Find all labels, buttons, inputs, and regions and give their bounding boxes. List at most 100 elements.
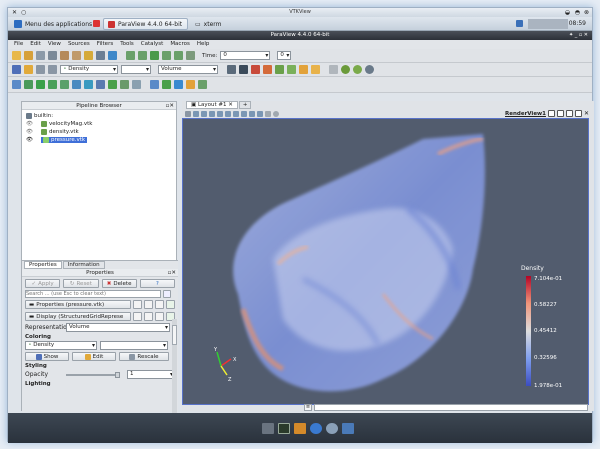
component-select[interactable]: [121, 65, 151, 74]
rescale-custom-icon[interactable]: [48, 65, 57, 74]
eye-icon[interactable]: 👁: [26, 137, 33, 143]
menu-view[interactable]: View: [48, 40, 61, 49]
group-datasets-icon[interactable]: [120, 80, 129, 89]
close-tab-icon[interactable]: ✕: [227, 102, 233, 108]
app-shortcut-icon[interactable]: [93, 20, 100, 27]
view-x-plus-icon[interactable]: [251, 65, 260, 74]
view-x-minus-icon[interactable]: [263, 65, 272, 74]
close-view-icon[interactable]: ✕: [584, 110, 589, 117]
maximize-icon[interactable]: ◓: [575, 9, 580, 16]
reset-camera-icon[interactable]: [227, 65, 236, 74]
next-frame-icon[interactable]: [162, 51, 171, 60]
loop-icon[interactable]: [186, 51, 195, 60]
view-z-minus-icon[interactable]: [311, 65, 320, 74]
apply-button[interactable]: ✓ Apply: [25, 279, 61, 288]
save-state-icon[interactable]: [36, 51, 45, 60]
archive-dock-icon[interactable]: [294, 423, 306, 434]
query-icon[interactable]: [174, 80, 183, 89]
coloring-dropdown[interactable]: ∘ Density: [25, 341, 97, 350]
edit-color-map-icon[interactable]: [24, 65, 33, 74]
opacity-slider[interactable]: [66, 371, 120, 378]
menu-tools[interactable]: Tools: [120, 40, 134, 49]
section-properties-toggle[interactable]: ▬ Properties (pressure.vtk): [25, 300, 131, 309]
minimize-icon[interactable]: ◒: [565, 9, 570, 16]
interaction-mode-icon[interactable]: [329, 65, 338, 74]
edit-button[interactable]: Edit: [72, 352, 116, 361]
show-button[interactable]: Show: [25, 352, 69, 361]
select-points-icon[interactable]: [201, 110, 207, 117]
opacity-slider-handle[interactable]: [115, 371, 120, 378]
clear-selection-icon[interactable]: [265, 110, 271, 117]
rotate-90-ccw-icon[interactable]: [353, 65, 362, 74]
task-paraview[interactable]: ParaView 4.4.0 64-bit: [103, 18, 188, 30]
rotate-90-cw-icon[interactable]: [341, 65, 350, 74]
apps-menu-button[interactable]: Menu des applications: [10, 18, 96, 30]
save-default-icon[interactable]: [166, 300, 175, 309]
split-vertical-icon[interactable]: [556, 110, 564, 117]
reset-default-icon[interactable]: [155, 300, 164, 309]
eye-icon[interactable]: 👁: [26, 121, 33, 127]
pipeline-item-velocitymag[interactable]: 👁 velocityMag.vtk: [22, 120, 176, 128]
view-y-plus-icon[interactable]: [275, 65, 284, 74]
delete-button[interactable]: ✖ Delete: [101, 279, 137, 288]
dock-float-close-icon[interactable]: ▫✕: [166, 102, 174, 110]
redo-icon[interactable]: [72, 51, 81, 60]
properties-scrollbar[interactable]: [172, 319, 177, 413]
camera-icon[interactable]: [185, 110, 191, 117]
calculator-icon[interactable]: [12, 80, 21, 89]
workspace-pager[interactable]: [528, 19, 568, 29]
save-data-icon[interactable]: [48, 51, 57, 60]
camera-undo-icon[interactable]: [365, 65, 374, 74]
spreadsheet-icon[interactable]: [186, 80, 195, 89]
help-icon[interactable]: [84, 51, 93, 60]
folder-dock-icon[interactable]: [342, 423, 354, 434]
advanced-gear-icon[interactable]: [163, 290, 171, 298]
threshold-icon[interactable]: [60, 80, 69, 89]
pipeline-item-pressure[interactable]: 👁 pressure.vtk: [22, 136, 176, 144]
plot-icon[interactable]: [198, 80, 207, 89]
extract-subset-icon[interactable]: [72, 80, 81, 89]
menu-macros[interactable]: Macros: [170, 40, 190, 49]
connect-icon[interactable]: [96, 51, 105, 60]
find-data-icon[interactable]: [162, 80, 171, 89]
slice-icon[interactable]: [48, 80, 57, 89]
menu-file[interactable]: File: [14, 40, 23, 49]
last-frame-icon[interactable]: [174, 51, 183, 60]
interactive-select-icon[interactable]: [225, 110, 231, 117]
open-icon[interactable]: [12, 51, 21, 60]
disconnect-icon[interactable]: [108, 51, 117, 60]
search-input[interactable]: [25, 290, 161, 298]
file-manager-dock-icon[interactable]: [262, 423, 274, 434]
workspace-icon[interactable]: [516, 20, 523, 27]
tab-layout-1[interactable]: ▣ Layout #1 ✕: [186, 101, 238, 109]
shrink-selection-icon[interactable]: [257, 110, 263, 117]
close-window-icon[interactable]: ⊗: [584, 9, 589, 16]
clip-icon[interactable]: [36, 80, 45, 89]
previous-frame-icon[interactable]: [138, 51, 147, 60]
eye-icon[interactable]: 👁: [26, 129, 33, 135]
glyph-icon[interactable]: [84, 80, 93, 89]
play-icon[interactable]: [150, 51, 159, 60]
pipeline-item-density[interactable]: 👁 density.vtk: [22, 128, 176, 136]
menu-catalyst[interactable]: Catalyst: [141, 40, 164, 49]
copy-icon[interactable]: [133, 312, 142, 321]
split-horizontal-icon[interactable]: [547, 110, 555, 117]
output-toggle-icon[interactable]: ≡: [304, 404, 312, 411]
time-input[interactable]: 0: [220, 51, 271, 60]
open-folder-icon[interactable]: [24, 51, 33, 60]
time-step-input[interactable]: 0: [277, 51, 292, 60]
zoom-to-data-icon[interactable]: [239, 65, 248, 74]
reset-range-icon[interactable]: [36, 65, 45, 74]
help-button[interactable]: ?: [139, 279, 175, 288]
view-y-minus-icon[interactable]: [287, 65, 296, 74]
undock-view-icon[interactable]: [574, 110, 582, 117]
paste-icon[interactable]: [144, 312, 153, 321]
view-z-plus-icon[interactable]: [299, 65, 308, 74]
color-by-select[interactable]: ∘ Density: [60, 65, 118, 74]
terminal-dock-icon[interactable]: [278, 423, 290, 434]
contour-icon[interactable]: [24, 80, 33, 89]
coloring-component-dropdown[interactable]: [100, 341, 168, 350]
add-layout-tab[interactable]: +: [238, 101, 252, 109]
extract-level-icon[interactable]: [132, 80, 141, 89]
render-view[interactable]: X Y Z Density 7.104e-01 0.58227 0.45412 …: [182, 118, 589, 405]
